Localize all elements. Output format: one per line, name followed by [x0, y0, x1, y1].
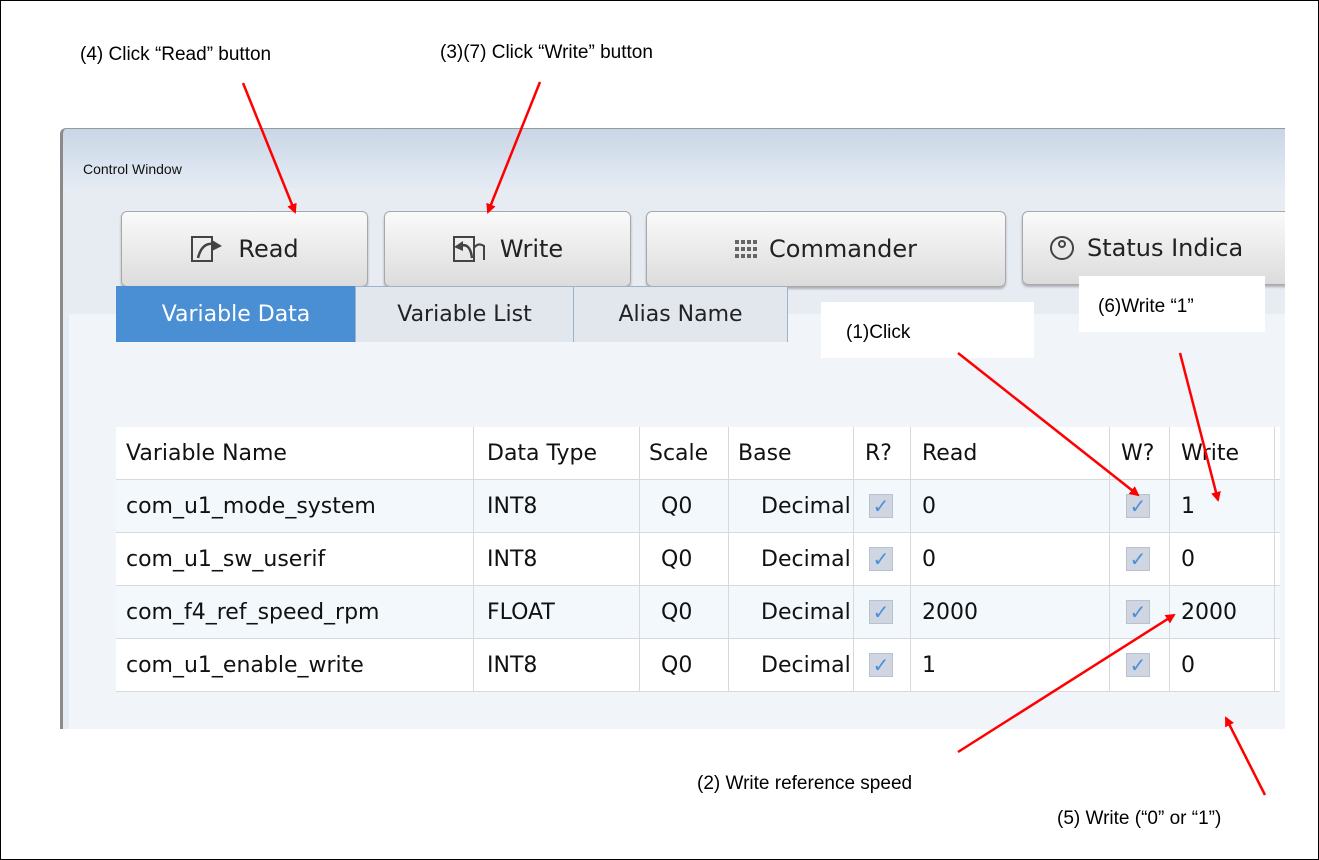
arrow-to-enable-write [1224, 716, 1267, 796]
arrow-to-write-one [1178, 352, 1221, 502]
arrow-to-w-checkbox [957, 352, 1140, 497]
annotation-arrows [241, 81, 1267, 796]
arrow-to-ref-speed [957, 613, 1176, 754]
arrow-to-read [241, 82, 297, 214]
arrow-to-write [486, 81, 542, 214]
